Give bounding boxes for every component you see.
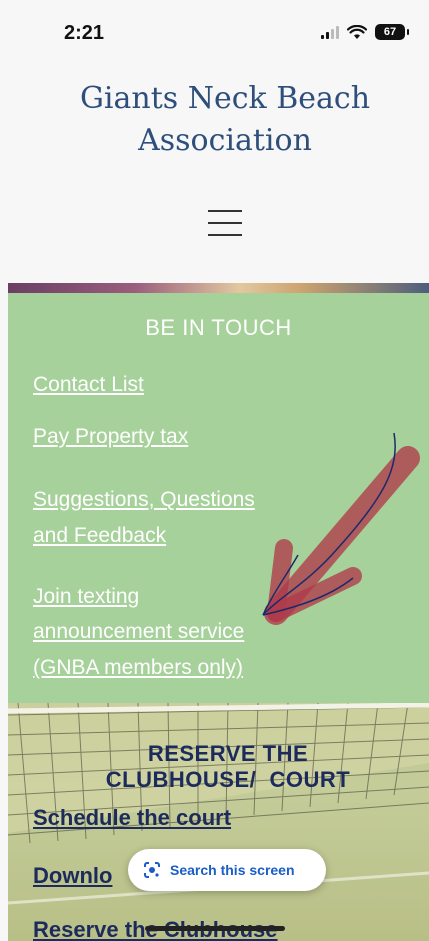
be-in-touch-section: BE IN TOUCH Contact List Pay Property ta… — [8, 293, 429, 703]
google-lens-icon — [144, 862, 160, 878]
reserve-heading-line1: RESERVE THE — [147, 741, 309, 766]
signal-icon — [321, 25, 339, 39]
texting-link-line2[interactable]: announcement service — [33, 614, 244, 650]
schedule-court-link[interactable]: Schedule the court — [33, 805, 231, 831]
home-indicator[interactable] — [145, 926, 285, 931]
download-link[interactable]: Downlo — [33, 863, 112, 889]
battery-icon: 67 — [375, 24, 409, 40]
reserve-heading: RESERVE THE CLUBHOUSE/ COURT — [38, 741, 418, 793]
status-icons: 67 — [321, 24, 409, 40]
pay-property-tax-link[interactable]: Pay Property tax — [33, 419, 188, 455]
texting-link-line3[interactable]: (GNBA members only) — [33, 650, 243, 686]
texting-link-line1[interactable]: Join texting — [33, 579, 139, 615]
reserve-heading-line2: CLUBHOUSE/ COURT — [105, 767, 351, 792]
search-this-screen-label: Search this screen — [170, 862, 295, 878]
site-header: Giants Neck Beach Association — [0, 70, 429, 270]
search-this-screen-button[interactable]: Search this screen — [128, 849, 326, 891]
site-title[interactable]: Giants Neck Beach Association — [40, 78, 410, 162]
status-bar: 2:21 67 — [0, 0, 429, 70]
site-title-line1[interactable]: Giants Neck Beach — [40, 78, 410, 120]
site-title-line2[interactable]: Association — [40, 120, 410, 162]
reserve-court-section: RESERVE THE CLUBHOUSE/ COURT Schedule th… — [8, 703, 429, 941]
suggestions-link-line1[interactable]: Suggestions, Questions — [33, 482, 255, 518]
be-in-touch-heading: BE IN TOUCH — [145, 315, 292, 340]
hamburger-menu-icon[interactable] — [208, 210, 242, 236]
wifi-icon — [347, 24, 367, 39]
contact-list-link[interactable]: Contact List — [33, 367, 144, 403]
suggestions-link-line2[interactable]: and Feedback — [33, 518, 166, 554]
status-time: 2:21 — [64, 22, 105, 44]
